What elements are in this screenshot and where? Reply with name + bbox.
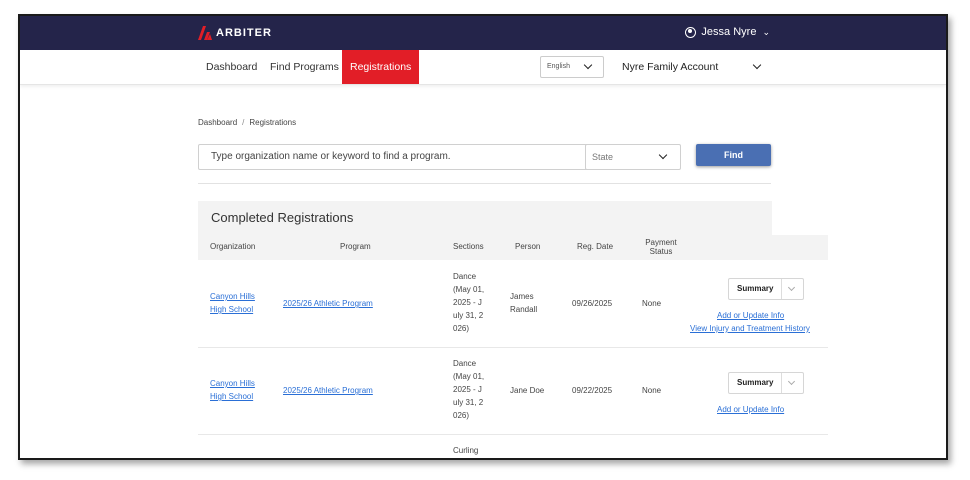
breadcrumb: Dashboard / Registrations bbox=[198, 118, 296, 127]
section-line: uly 31, 2 bbox=[453, 398, 484, 407]
search-placeholder: Type organization name or keyword to fin… bbox=[211, 151, 451, 162]
account-name: Nyre Family Account bbox=[622, 61, 719, 73]
language-value: English bbox=[547, 63, 570, 70]
view-injury-history-link[interactable]: View Injury and Treatment History bbox=[690, 324, 810, 333]
section-line: 026) bbox=[453, 411, 470, 420]
summary-divider bbox=[781, 373, 782, 393]
section-line: (May 01, bbox=[453, 372, 485, 381]
sections-cell: Curling bbox=[453, 446, 479, 455]
person-line2: Randall bbox=[510, 305, 538, 314]
add-update-info-link[interactable]: Add or Update Info bbox=[717, 311, 784, 320]
col-sections: Sections bbox=[453, 242, 484, 251]
section-line: Dance bbox=[453, 359, 477, 368]
breadcrumb-separator: / bbox=[242, 118, 245, 127]
logo-text: ARBITER bbox=[216, 27, 272, 39]
chevron-down-icon[interactable] bbox=[787, 377, 796, 386]
program-link[interactable]: 2025/26 Athletic Program bbox=[283, 384, 373, 397]
col-payment-status-line2: Status bbox=[649, 247, 673, 256]
person-cell: Jane Doe bbox=[510, 386, 545, 395]
col-organization: Organization bbox=[210, 242, 256, 251]
section-line: Dance bbox=[453, 272, 477, 281]
nav-bar: Dashboard Find Programs Registrations En… bbox=[20, 50, 946, 85]
org-link[interactable]: Canyon Hills High School bbox=[210, 377, 255, 403]
summary-label: Summary bbox=[737, 284, 774, 293]
chevron-down-icon bbox=[658, 150, 668, 160]
card-title: Completed Registrations bbox=[211, 210, 354, 225]
nav-item-registrations[interactable]: Registrations bbox=[342, 50, 420, 84]
chevron-down-icon: ⌄ bbox=[762, 26, 770, 37]
search-input[interactable]: Type organization name or keyword to fin… bbox=[198, 144, 590, 170]
table-header bbox=[198, 235, 828, 260]
org-line1[interactable]: Canyon Hills bbox=[210, 379, 255, 388]
reg-date-cell: 09/26/2025 bbox=[572, 299, 613, 308]
table-row bbox=[198, 435, 828, 458]
person-line1: James bbox=[510, 292, 534, 301]
org-line2[interactable]: High School bbox=[210, 392, 253, 401]
summary-divider bbox=[781, 279, 782, 299]
payment-status-cell: None bbox=[642, 386, 662, 395]
account-select[interactable]: Nyre Family Account bbox=[622, 50, 718, 84]
section-line: 2025 - J bbox=[453, 385, 482, 394]
breadcrumb-registrations: Registrations bbox=[249, 118, 297, 127]
section-line: 2025 - J bbox=[453, 298, 482, 307]
summary-dropdown-button[interactable]: Summary bbox=[728, 372, 804, 394]
account-chevron-down-icon[interactable] bbox=[752, 60, 762, 70]
user-icon bbox=[685, 26, 697, 38]
state-select[interactable]: State bbox=[585, 144, 681, 170]
section-line: (May 01, bbox=[453, 285, 485, 294]
user-menu[interactable]: Jessa Nyre ⌄ bbox=[685, 26, 770, 38]
summary-dropdown-button[interactable]: Summary bbox=[728, 278, 804, 300]
col-reg-date: Reg. Date bbox=[577, 242, 614, 251]
top-bar: ARBITER Jessa Nyre ⌄ bbox=[20, 16, 946, 50]
col-payment-status: Payment Status bbox=[643, 238, 679, 256]
sections-cell: Dance (May 01, 2025 - J uly 31, 2 026) bbox=[453, 357, 484, 422]
arbiter-logo[interactable]: ARBITER bbox=[198, 26, 272, 40]
chevron-down-icon[interactable] bbox=[787, 283, 796, 292]
program-link[interactable]: 2025/26 Athletic Program bbox=[283, 297, 373, 310]
org-line2[interactable]: High School bbox=[210, 305, 253, 314]
col-program: Program bbox=[340, 242, 371, 251]
org-link[interactable]: Canyon Hills High School bbox=[210, 290, 255, 316]
sections-cell: Dance (May 01, 2025 - J uly 31, 2 026) bbox=[453, 270, 484, 335]
find-button[interactable]: Find bbox=[696, 144, 771, 166]
app-window: ARBITER Jessa Nyre ⌄ Dashboard Find Prog… bbox=[18, 14, 948, 460]
org-line1[interactable]: Canyon Hills bbox=[210, 292, 255, 301]
arbiter-logo-icon bbox=[198, 26, 212, 40]
breadcrumb-dashboard[interactable]: Dashboard bbox=[198, 118, 237, 127]
chevron-down-icon bbox=[583, 60, 593, 70]
section-line: 026) bbox=[453, 324, 470, 333]
add-update-info-link[interactable]: Add or Update Info bbox=[717, 405, 784, 414]
nav-item-dashboard[interactable]: Dashboard bbox=[206, 50, 257, 84]
user-name: Jessa Nyre bbox=[701, 26, 757, 38]
language-select[interactable]: English bbox=[540, 56, 604, 78]
reg-date-cell: 09/22/2025 bbox=[572, 386, 613, 395]
person-cell: James Randall bbox=[510, 290, 537, 316]
payment-status-cell: None bbox=[642, 299, 662, 308]
summary-label: Summary bbox=[737, 378, 774, 387]
nav-item-find-programs[interactable]: Find Programs bbox=[270, 50, 339, 84]
col-payment-status-line1: Payment bbox=[645, 238, 677, 247]
col-person: Person bbox=[515, 242, 541, 251]
section-line: uly 31, 2 bbox=[453, 311, 484, 320]
divider bbox=[198, 183, 771, 184]
state-placeholder: State bbox=[592, 152, 614, 162]
